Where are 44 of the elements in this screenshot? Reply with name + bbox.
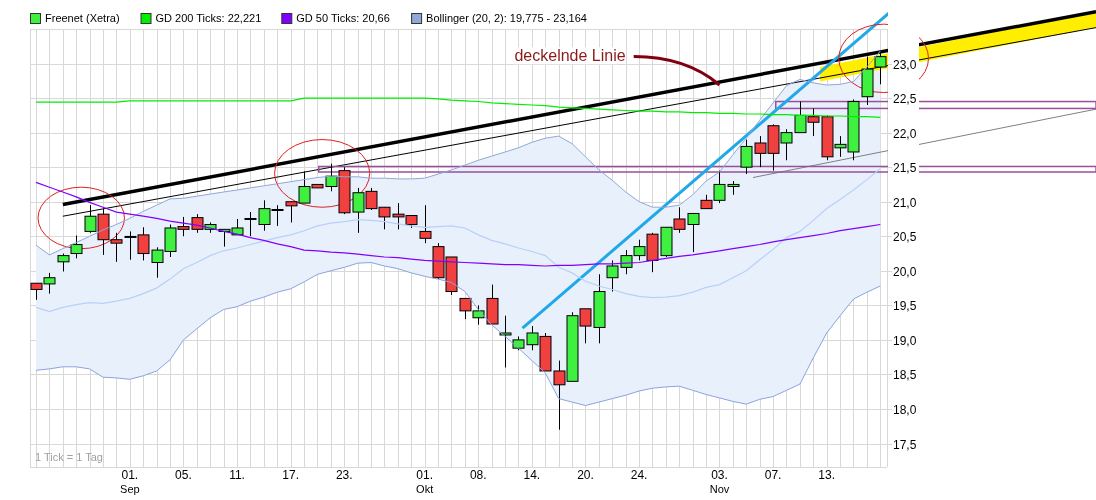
x-axis-label: 08.	[469, 468, 487, 482]
candlestick	[137, 226, 150, 261]
candlestick	[620, 249, 633, 275]
y-axis-label: 19,0	[893, 333, 917, 348]
x-axis-label: 24.	[630, 468, 648, 482]
candlestick	[660, 226, 673, 258]
candlestick	[57, 253, 70, 272]
y-axis-label: 22,5	[893, 91, 917, 106]
candlestick	[740, 139, 753, 175]
y-axis-label: 18,0	[893, 402, 917, 417]
x-axis-label: 01. Sep	[120, 468, 140, 495]
candlestick	[70, 235, 83, 259]
candlestick	[151, 246, 164, 279]
candlestick	[378, 206, 391, 230]
x-axis-label: 13.	[818, 468, 836, 482]
y-axis-label: 17,5	[893, 437, 917, 452]
y-axis-label: 23,0	[893, 57, 917, 72]
candlestick	[432, 242, 445, 280]
y-axis-label: 20,5	[893, 229, 917, 244]
x-axis-label: 23.	[335, 468, 353, 482]
x-axis-label: 14.	[523, 468, 541, 482]
y-axis-label: 19,5	[893, 298, 917, 313]
x-axis-label: 05.	[175, 468, 192, 482]
y-axis-label: 20,0	[893, 264, 917, 279]
x-axis-label: 01. Okt	[416, 468, 434, 495]
y-axis-label: 21,0	[893, 195, 917, 210]
candlestick	[43, 272, 56, 295]
legend-label: GD 50 Ticks: 20,66	[296, 12, 390, 24]
x-axis-label: 07.	[764, 468, 782, 482]
x-axis-label: 20.	[577, 468, 594, 482]
candlestick	[124, 230, 137, 261]
y-axis-label: 18,5	[893, 367, 917, 382]
candlestick	[794, 101, 807, 134]
legend-label: Bollinger (20, 2): 19,775 - 23,164	[426, 12, 587, 24]
y-axis-label: 22,0	[893, 126, 917, 141]
chart-note: 1 Tick = 1 Tag	[35, 451, 103, 463]
x-axis-label: 03. Nov	[709, 468, 730, 495]
chart-annotation: deckelnde Linie	[514, 47, 626, 65]
candlestick	[30, 282, 43, 301]
x-axis-label: 17.	[282, 468, 299, 482]
legend-label: GD 200 Ticks: 22,221	[155, 12, 262, 24]
x-axis-label: 11.	[229, 468, 245, 482]
legend-label: Freenet (Xetra)	[45, 12, 120, 24]
y-axis-label: 21,5	[893, 160, 917, 175]
